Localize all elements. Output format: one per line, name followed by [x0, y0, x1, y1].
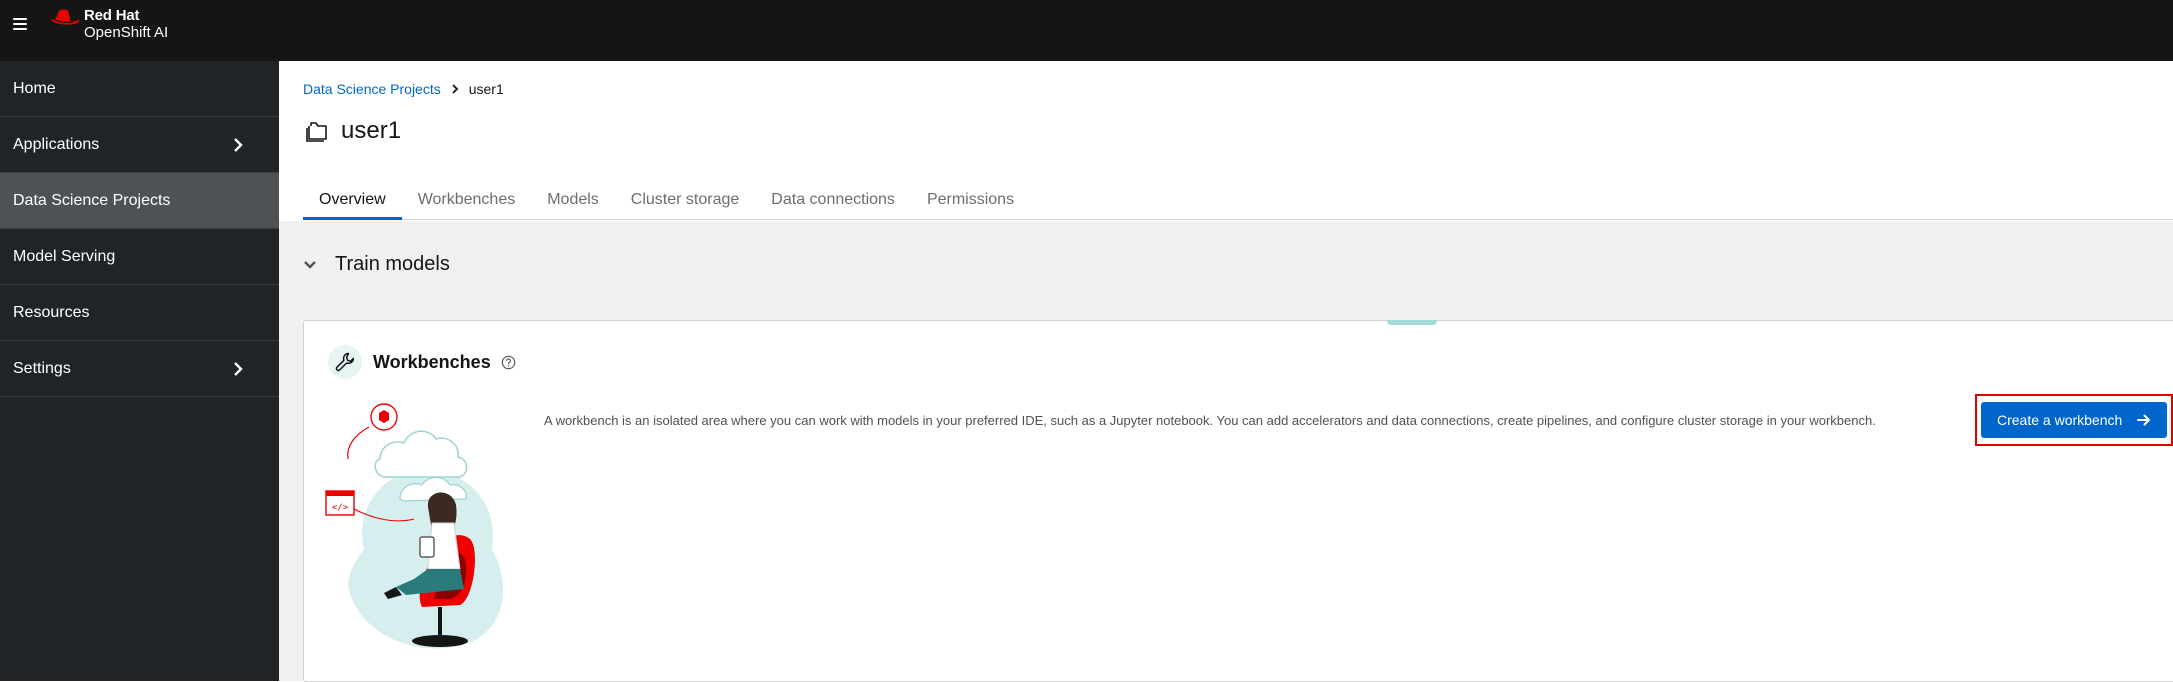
breadcrumb-separator-icon	[452, 84, 459, 94]
sidebar-item-label: Data Science Projects	[13, 191, 171, 209]
tab-overview[interactable]: Overview	[303, 180, 402, 220]
workbench-illustration: </>	[325, 403, 504, 649]
chevron-down-icon	[304, 260, 316, 269]
sidebar: Home Applications Data Science Projects …	[0, 61, 279, 681]
sidebar-item-data-science-projects[interactable]: Data Science Projects	[0, 173, 279, 229]
breadcrumb-current: user1	[468, 81, 504, 97]
card-header: Workbenches	[328, 345, 516, 379]
arrow-right-icon	[2137, 414, 2151, 426]
chevron-right-icon	[234, 362, 243, 376]
hamburger-menu-icon[interactable]	[13, 18, 27, 30]
project-folder-icon	[306, 122, 327, 142]
brand-logo[interactable]: Red Hat OpenShift AI	[49, 7, 168, 41]
workbenches-card: Workbenches </> A workbench is an isolat…	[303, 320, 2173, 682]
sidebar-item-label: Settings	[13, 359, 71, 377]
card-title: Workbenches	[373, 351, 491, 372]
wrench-icon	[328, 345, 362, 379]
sidebar-item-applications[interactable]: Applications	[0, 117, 279, 173]
brand-name: Red Hat	[84, 7, 140, 24]
red-hat-icon	[51, 9, 80, 25]
sidebar-item-label: Resources	[13, 303, 90, 321]
tab-permissions[interactable]: Permissions	[911, 180, 1030, 220]
tab-cluster-storage[interactable]: Cluster storage	[615, 180, 756, 220]
section-title: Train models	[335, 253, 450, 275]
create-workbench-label: Create a workbench	[1997, 412, 2123, 428]
sidebar-item-label: Home	[13, 79, 56, 97]
masthead: Red Hat OpenShift AI	[0, 0, 2173, 61]
page-title: user1	[341, 117, 402, 144]
tab-workbenches[interactable]: Workbenches	[402, 180, 532, 220]
sidebar-item-label: Applications	[13, 135, 100, 153]
breadcrumb-link-projects[interactable]: Data Science Projects	[303, 81, 441, 97]
product-name: OpenShift AI	[84, 24, 169, 41]
help-icon[interactable]	[501, 355, 516, 370]
svg-text:</>: </>	[332, 503, 349, 513]
card-accent-bar	[1387, 320, 1437, 325]
breadcrumb: Data Science Projects user1	[303, 81, 504, 97]
card-description: A workbench is an isolated area where yo…	[544, 413, 1876, 428]
project-tabs: Overview Workbenches Models Cluster stor…	[303, 180, 2173, 220]
tab-models[interactable]: Models	[531, 180, 615, 220]
sidebar-item-settings[interactable]: Settings	[0, 341, 279, 397]
sidebar-item-label: Model Serving	[13, 247, 116, 265]
main-content: Data Science Projects user1 user1 Overvi…	[279, 61, 2173, 682]
sidebar-item-model-serving[interactable]: Model Serving	[0, 229, 279, 285]
sidebar-item-home[interactable]: Home	[0, 61, 279, 117]
page-header: user1	[305, 117, 401, 145]
overview-panel: Train models Workbenches </> A workbench…	[279, 221, 2173, 682]
section-toggle-train-models[interactable]: Train models	[303, 253, 450, 276]
chevron-right-icon	[234, 138, 243, 152]
tab-data-connections[interactable]: Data connections	[755, 180, 911, 220]
sidebar-item-resources[interactable]: Resources	[0, 285, 279, 341]
create-workbench-button[interactable]: Create a workbench	[1981, 402, 2167, 438]
